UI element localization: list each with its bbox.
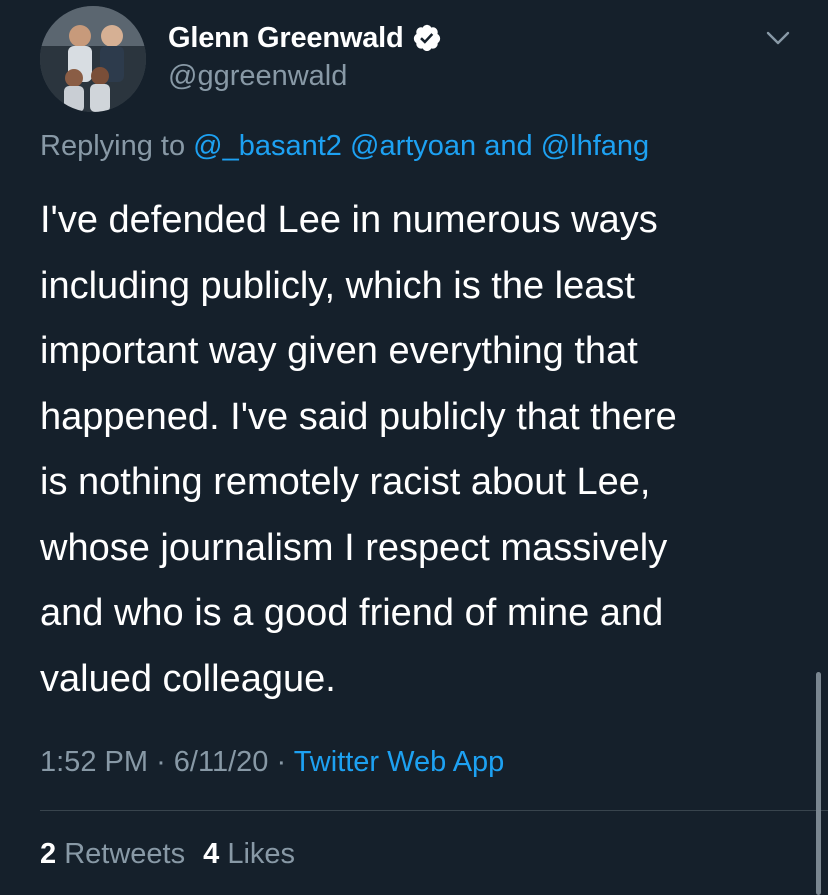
tweet-text-line: and who is a good friend of mine and xyxy=(40,592,664,634)
tweet-text: I've defended Lee in numerous ways inclu… xyxy=(40,188,800,712)
likes-label: Likes xyxy=(227,838,296,870)
mention-conjunction[interactable]: and xyxy=(484,130,532,162)
tweet-detail: Glenn Greenwald @ggreenwald Replying to … xyxy=(0,0,828,895)
scrollbar-thumb[interactable] xyxy=(816,672,821,895)
author-name[interactable]: Glenn Greenwald xyxy=(168,22,404,55)
replying-to-label: Replying to xyxy=(40,130,186,162)
tweet-meta: 1:52 PM · 6/11/20 · Twitter Web App xyxy=(40,746,504,779)
tweet-source-link[interactable]: Twitter Web App xyxy=(294,746,505,778)
mention-basant2[interactable]: @_basant2 xyxy=(193,130,342,162)
likes-stat[interactable]: 4 Likes xyxy=(203,838,295,870)
tweet-text-line: valued colleague. xyxy=(40,657,336,700)
divider xyxy=(40,810,828,811)
mention-artyoan[interactable]: @artyoan xyxy=(350,130,476,162)
retweets-label: Retweets xyxy=(64,838,186,870)
mention-lhfang[interactable]: @lhfang xyxy=(541,130,649,162)
tweet-text-line: whose journalism I respect massively xyxy=(40,526,668,569)
chevron-down-icon[interactable] xyxy=(762,22,794,54)
avatar[interactable] xyxy=(40,6,146,112)
meta-separator: · xyxy=(156,746,166,778)
replying-to: Replying to @_basant2 @artyoan and @lhfa… xyxy=(40,130,649,163)
tweet-text-line: I've defended Lee in numerous ways xyxy=(40,199,658,241)
retweets-stat[interactable]: 2 Retweets xyxy=(40,838,185,870)
tweet-text-line: happened. I've said publicly that there xyxy=(40,395,677,438)
tweet-stats: 2 Retweets 4 Likes xyxy=(40,838,295,871)
verified-badge-icon xyxy=(412,23,442,53)
author-handle[interactable]: @ggreenwald xyxy=(168,60,347,93)
meta-separator: · xyxy=(276,746,287,778)
tweet-text-line: important way given everything that xyxy=(40,330,638,372)
retweets-count: 2 xyxy=(40,838,57,870)
tweet-text-line: is nothing remotely racist about Lee, xyxy=(40,461,651,503)
tweet-date[interactable]: 6/11/20 xyxy=(174,746,269,778)
likes-count: 4 xyxy=(203,838,220,870)
tweet-text-line: including publicly, which is the least xyxy=(40,264,635,307)
avatar-photo xyxy=(40,6,146,112)
tweet-time[interactable]: 1:52 PM xyxy=(40,746,148,778)
author-name-row[interactable]: Glenn Greenwald xyxy=(168,18,442,58)
